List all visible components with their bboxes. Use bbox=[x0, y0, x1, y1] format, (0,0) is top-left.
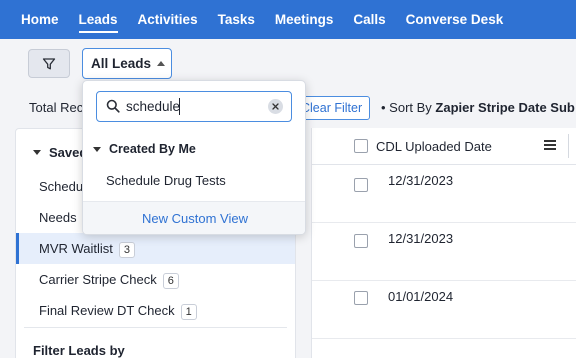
count-badge: 6 bbox=[162, 272, 179, 289]
saved-view-item-active[interactable]: MVR Waitlist 3 bbox=[16, 233, 295, 264]
cdl-uploaded-date-cell: 01/01/2024 bbox=[388, 289, 454, 304]
table-header: CDL Uploaded Date bbox=[312, 128, 576, 165]
count-badge: 3 bbox=[118, 241, 136, 258]
divider bbox=[24, 327, 287, 328]
view-search-input[interactable] bbox=[126, 97, 266, 115]
nav-item-converse-desk[interactable]: Converse Desk bbox=[396, 0, 514, 39]
filter-toggle-button[interactable] bbox=[28, 49, 70, 78]
nav-item-home[interactable]: Home bbox=[0, 0, 69, 39]
nav-item-meetings[interactable]: Meetings bbox=[265, 0, 344, 39]
dropdown-view-item[interactable]: Schedule Drug Tests bbox=[106, 173, 226, 188]
saved-view-item[interactable]: Carrier Stripe Check 6 bbox=[16, 264, 295, 295]
row-checkbox[interactable] bbox=[354, 291, 368, 305]
cdl-uploaded-date-cell: 12/31/2023 bbox=[388, 173, 454, 188]
column-header-cdl-uploaded-date[interactable]: CDL Uploaded Date bbox=[376, 139, 492, 154]
bullet-separator: • bbox=[381, 100, 390, 115]
saved-views-header[interactable]: Saved bbox=[33, 145, 87, 160]
saved-view-label: Needs bbox=[39, 210, 77, 225]
nav-item-calls[interactable]: Calls bbox=[343, 0, 395, 39]
row-checkbox[interactable] bbox=[354, 178, 368, 192]
table-row[interactable]: 12/31/2023 bbox=[312, 165, 576, 223]
column-separator bbox=[568, 134, 569, 158]
funnel-icon bbox=[42, 57, 56, 69]
view-selector[interactable]: All Leads bbox=[82, 48, 172, 79]
saved-view-label: Carrier Stripe Check bbox=[39, 272, 157, 287]
nav-item-tasks[interactable]: Tasks bbox=[208, 0, 265, 39]
search-icon bbox=[106, 99, 120, 113]
top-nav: Home Leads Activities Tasks Meetings Cal… bbox=[0, 0, 576, 39]
text-cursor bbox=[179, 98, 180, 115]
caret-up-icon bbox=[157, 61, 166, 66]
view-dropdown: Created By Me Schedule Drug Tests New Cu… bbox=[82, 80, 306, 235]
view-search-box bbox=[96, 91, 292, 122]
select-all-checkbox[interactable] bbox=[354, 139, 368, 153]
saved-view-label: MVR Waitlist bbox=[39, 241, 113, 256]
clear-search-button[interactable] bbox=[268, 99, 283, 114]
column-menu-icon[interactable] bbox=[544, 140, 556, 150]
group-header-created-by-me[interactable]: Created By Me bbox=[93, 142, 196, 156]
table-row[interactable]: 12/31/2023 bbox=[312, 223, 576, 281]
nav-item-leads[interactable]: Leads bbox=[69, 0, 128, 39]
saved-view-item[interactable]: Final Review DT Check 1 bbox=[16, 295, 295, 326]
group-header-label: Created By Me bbox=[109, 142, 196, 156]
sort-by-label: • Sort By Zapier Stripe Date Sub bbox=[381, 100, 575, 115]
caret-down-icon bbox=[33, 150, 41, 155]
total-records-label: Total Rec bbox=[29, 100, 84, 115]
close-icon bbox=[272, 103, 279, 110]
leads-table: CDL Uploaded Date 12/31/2023 12/31/2023 … bbox=[311, 128, 576, 358]
count-badge: 1 bbox=[180, 303, 197, 320]
view-selector-label: All Leads bbox=[91, 56, 152, 71]
caret-down-icon bbox=[93, 146, 101, 152]
sort-field[interactable]: Zapier Stripe Date Sub bbox=[435, 100, 574, 115]
saved-view-label: Final Review DT Check bbox=[39, 303, 175, 318]
filter-leads-header: Filter Leads by bbox=[33, 343, 125, 358]
sort-prefix: Sort By bbox=[389, 100, 432, 115]
nav-item-activities[interactable]: Activities bbox=[128, 0, 208, 39]
new-custom-view-button[interactable]: New Custom View bbox=[83, 201, 305, 234]
cdl-uploaded-date-cell: 12/31/2023 bbox=[388, 231, 454, 246]
row-checkbox[interactable] bbox=[354, 234, 368, 248]
table-row[interactable]: 01/01/2024 bbox=[312, 281, 576, 339]
